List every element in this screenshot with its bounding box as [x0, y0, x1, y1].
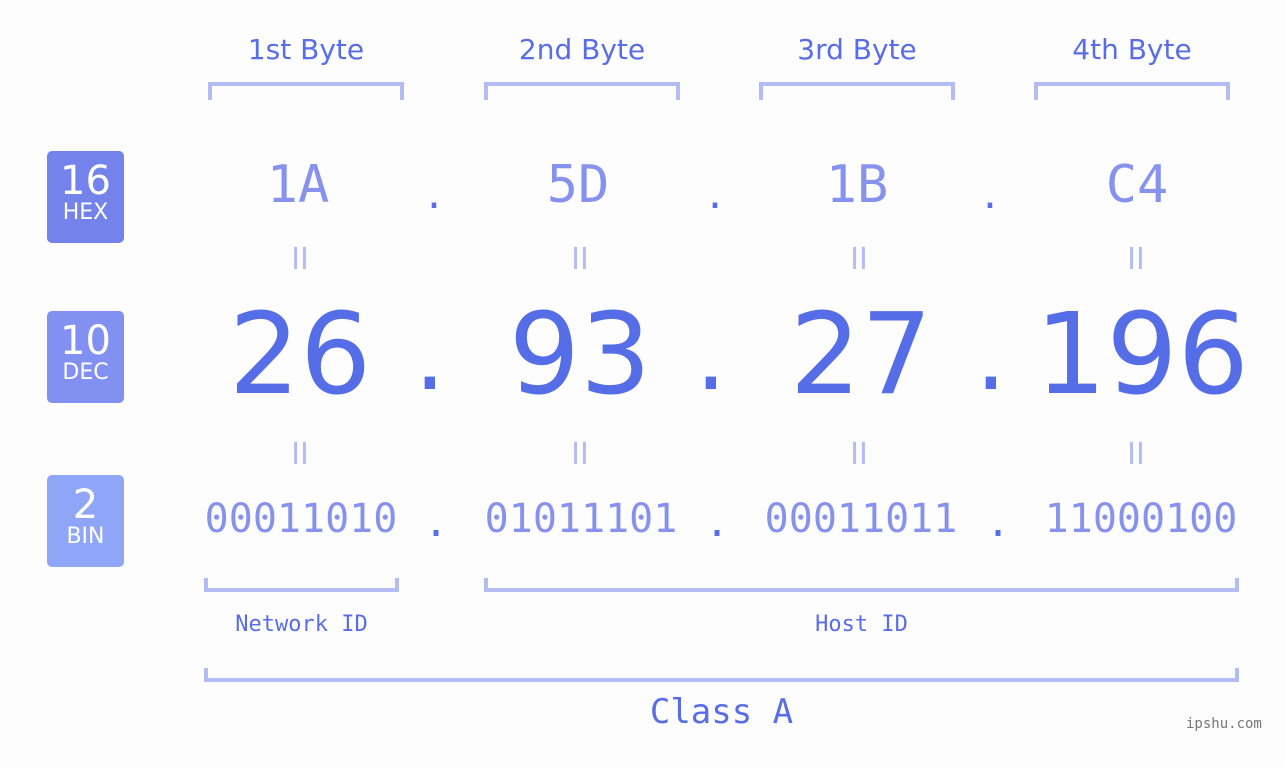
byte-header-4: 4th Byte [1072, 33, 1192, 66]
bin-base: 2 [72, 482, 99, 528]
dec-badge: 10 DEC [47, 311, 124, 403]
equals-icon: II [1127, 437, 1145, 472]
dec-value-4: 196 [1035, 290, 1249, 420]
byte-header-1: 1st Byte [247, 33, 365, 66]
class-label: Class A [649, 692, 794, 732]
dec-label: DEC [62, 360, 109, 385]
bin-value-4: 11000100 [1044, 496, 1238, 542]
hex-separator-1: . [427, 168, 441, 219]
dec-separator-2: . [695, 296, 727, 413]
dec-base: 10 [60, 318, 111, 364]
hex-label: HEX [62, 200, 109, 225]
network-id-label: Network ID [235, 612, 368, 637]
hex-separator-2: . [708, 168, 722, 219]
hex-badge: 16 HEX [47, 151, 124, 243]
bin-value-1: 00011010 [204, 496, 398, 542]
hex-base: 16 [60, 158, 111, 204]
hex-value-2: 5D [546, 155, 610, 215]
host-id-label: Host ID [815, 612, 908, 637]
equals-icon: II [291, 437, 309, 472]
equals-icon: II [850, 437, 868, 472]
class-bracket [204, 668, 1239, 682]
byte-header-2: 2nd Byte [518, 33, 646, 66]
dec-value-3: 27 [789, 290, 933, 420]
equals-icon: II [571, 437, 589, 472]
hex-value-1: 1A [266, 155, 330, 215]
bin-separator-1: . [424, 500, 449, 546]
byte-bracket-3 [759, 82, 955, 100]
equals-icon: II [1127, 242, 1145, 277]
bin-label: BIN [66, 524, 105, 549]
hex-value-3: 1B [825, 155, 889, 215]
equals-icon: II [571, 242, 589, 277]
watermark: ipshu.com [1186, 716, 1262, 732]
dec-value-1: 26 [228, 290, 372, 420]
host-id-bracket [484, 578, 1239, 592]
equals-icon: II [850, 242, 868, 277]
byte-bracket-4 [1034, 82, 1230, 100]
bin-badge: 2 BIN [47, 475, 124, 567]
dec-separator-3: . [975, 296, 1007, 413]
hex-value-4: C4 [1105, 155, 1169, 215]
bin-value-2: 01011101 [484, 496, 678, 542]
byte-bracket-2 [484, 82, 680, 100]
equals-icon: II [291, 242, 309, 277]
bin-separator-3: . [986, 500, 1011, 546]
byte-header-3: 3rd Byte [797, 33, 917, 66]
bin-separator-2: . [705, 500, 730, 546]
hex-separator-3: . [983, 168, 997, 219]
dec-separator-1: . [414, 296, 446, 413]
dec-value-2: 93 [508, 290, 652, 420]
bin-value-3: 00011011 [764, 496, 958, 542]
network-id-bracket [204, 578, 399, 592]
byte-bracket-1 [208, 82, 404, 100]
